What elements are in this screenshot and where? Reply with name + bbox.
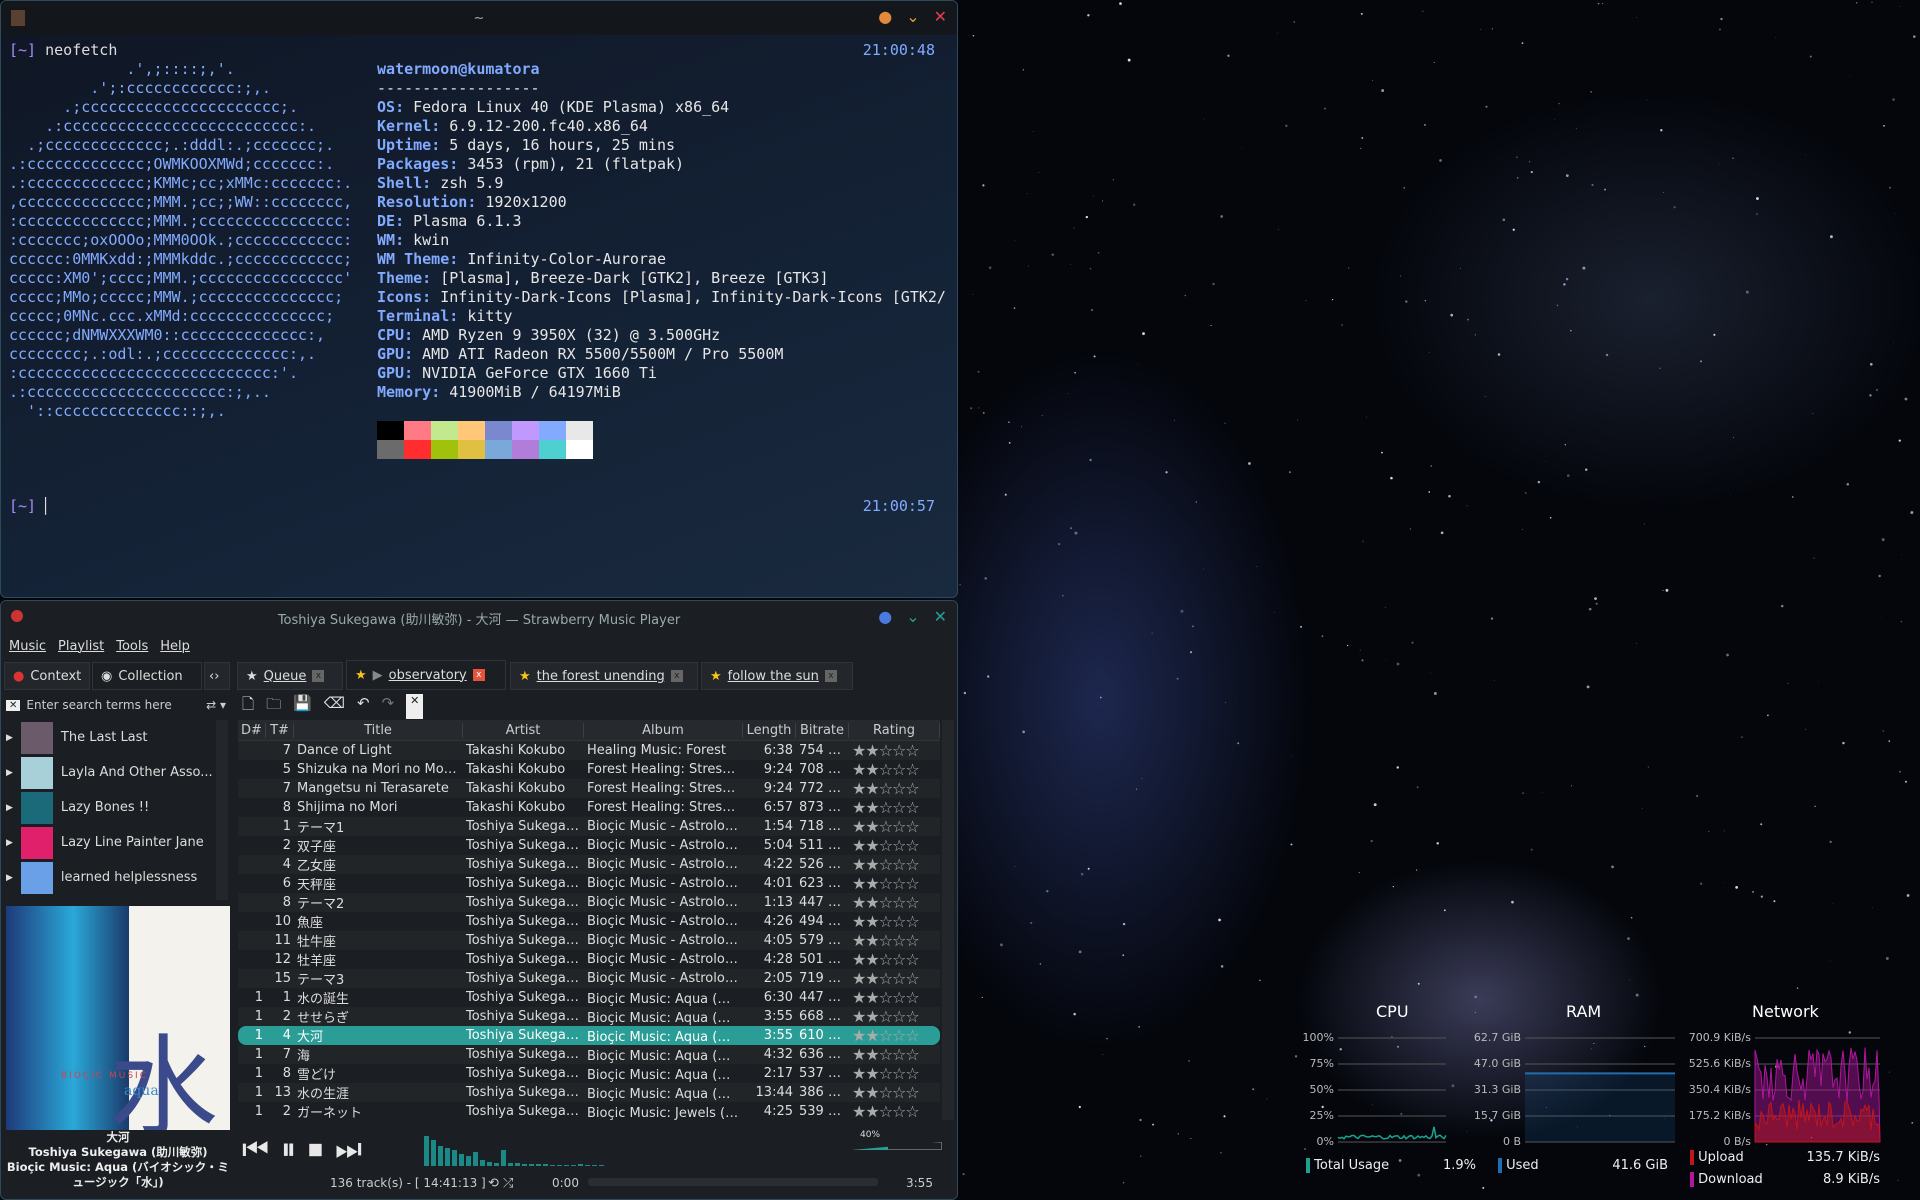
network-tick-label: 0 B/s xyxy=(1723,1135,1751,1148)
ram-used-area xyxy=(1525,1073,1675,1142)
ram-tick-label: 47.0 GiB xyxy=(1473,1057,1521,1070)
upload-value: 135.7 KiB/s xyxy=(1806,1150,1880,1165)
cpu-legend: Total Usage 1.9% xyxy=(1306,1158,1476,1173)
ram-tick-label: 0 B xyxy=(1502,1135,1521,1148)
ram-tick-label: 31.3 GiB xyxy=(1473,1083,1521,1096)
ram-legend: Used 41.6 GiB xyxy=(1498,1158,1668,1173)
download-value: 8.9 KiB/s xyxy=(1822,1172,1880,1187)
ram-tick-label: 15.7 GiB xyxy=(1473,1109,1521,1122)
network-tick-label: 525.6 KiB/s xyxy=(1688,1057,1751,1070)
cpu-usage-line xyxy=(1337,1126,1447,1140)
ram-title: RAM xyxy=(1566,1002,1602,1021)
download-legend: Download 8.9 KiB/s xyxy=(1690,1172,1880,1187)
cpu-tick-label: 75% xyxy=(1309,1057,1334,1070)
ram-value: 41.6 GiB xyxy=(1612,1158,1668,1173)
cpu-tick-label: 50% xyxy=(1309,1083,1334,1096)
ram-tick-label: 62.7 GiB xyxy=(1473,1031,1521,1044)
upload-legend: Upload 135.7 KiB/s xyxy=(1690,1150,1880,1165)
network-title: Network xyxy=(1752,1002,1819,1021)
cpu-value: 1.9% xyxy=(1442,1158,1476,1173)
network-tick-label: 350.4 KiB/s xyxy=(1688,1083,1751,1096)
cpu-tick-label: 100% xyxy=(1302,1031,1334,1044)
network-tick-label: 175.2 KiB/s xyxy=(1688,1109,1751,1122)
cpu-title: CPU xyxy=(1376,1002,1409,1021)
cpu-tick-label: 0% xyxy=(1316,1135,1334,1148)
cpu-tick-label: 25% xyxy=(1309,1109,1334,1122)
system-monitor-widgets xyxy=(1337,1037,1881,1143)
network-tick-label: 700.9 KiB/s xyxy=(1688,1031,1751,1044)
